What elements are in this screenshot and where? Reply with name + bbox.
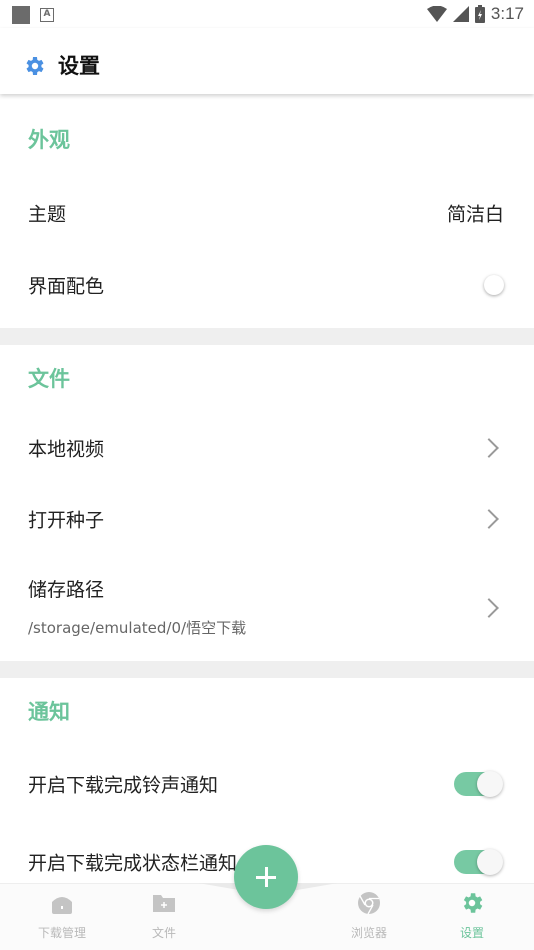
- status-time: 3:17: [490, 4, 524, 23]
- ringtone-notification-row[interactable]: 开启下载完成铃声通知: [0, 748, 534, 820]
- browser-icon: [358, 892, 380, 915]
- statusbar-notification-toggle[interactable]: [454, 849, 503, 875]
- nav-settings[interactable]: 设置: [432, 890, 512, 941]
- section-divider: [0, 661, 534, 678]
- notification-a-icon: A: [40, 8, 54, 22]
- nav-label: 下载管理: [37, 926, 86, 940]
- status-system-icons: 3:17: [426, 3, 524, 25]
- nav-browser[interactable]: 浏览器: [329, 890, 409, 941]
- notification-square-icon: [12, 6, 30, 24]
- theme-row[interactable]: 主题 简洁白: [0, 184, 534, 242]
- signal-icon: [452, 6, 469, 22]
- nav-label: 浏览器: [350, 926, 387, 940]
- color-scheme-label: 界面配色: [28, 275, 105, 298]
- status-notifications: A: [12, 6, 54, 24]
- plus-icon: [265, 867, 268, 887]
- page-title: 设置: [58, 54, 100, 78]
- local-video-row[interactable]: 本地视频: [0, 413, 534, 483]
- add-download-fab[interactable]: [234, 845, 298, 909]
- nav-download-manager[interactable]: 下载管理: [22, 890, 102, 941]
- status-bar: A 3:17: [0, 0, 534, 28]
- nav-label: 设置: [459, 926, 484, 940]
- theme-label: 主题: [28, 203, 67, 226]
- home-icon: [52, 897, 72, 914]
- storage-path-value: /storage/emulated/0/悟空下载: [28, 619, 247, 637]
- section-header-files: 文件: [28, 367, 70, 391]
- section-header-appearance: 外观: [28, 128, 70, 152]
- folder-icon: [153, 895, 175, 912]
- gear-icon: [463, 893, 483, 913]
- ringtone-notification-toggle[interactable]: [454, 771, 503, 797]
- nav-files[interactable]: 文件: [124, 890, 204, 941]
- battery-icon: [474, 5, 485, 23]
- chevron-right-icon: [479, 509, 499, 529]
- section-header-notifications: 通知: [28, 700, 70, 724]
- open-seed-row[interactable]: 打开种子: [0, 483, 534, 555]
- wifi-icon: [426, 6, 447, 22]
- section-divider: [0, 328, 534, 345]
- chevron-right-icon: [479, 598, 499, 618]
- theme-value: 简洁白: [446, 203, 504, 226]
- color-scheme-row[interactable]: 界面配色: [0, 242, 534, 328]
- statusbar-notification-label: 开启下载完成状态栏通知: [28, 852, 238, 875]
- settings-list: 外观 主题 简洁白 界面配色 文件 本地视频 打开种子 储存路径 /storag…: [0, 94, 534, 904]
- toggle-knob: [477, 771, 503, 797]
- storage-path-label: 储存路径: [28, 579, 105, 601]
- chevron-right-icon: [479, 438, 499, 458]
- gear-icon: [26, 57, 44, 75]
- storage-path-row[interactable]: 储存路径 /storage/emulated/0/悟空下载: [0, 555, 534, 661]
- color-scheme-radio[interactable]: [484, 275, 504, 295]
- nav-label: 文件: [151, 926, 176, 940]
- app-bar: 设置: [0, 28, 534, 94]
- toggle-knob: [477, 849, 503, 875]
- local-video-label: 本地视频: [28, 438, 105, 461]
- open-seed-label: 打开种子: [28, 509, 105, 532]
- ringtone-notification-label: 开启下载完成铃声通知: [28, 774, 219, 797]
